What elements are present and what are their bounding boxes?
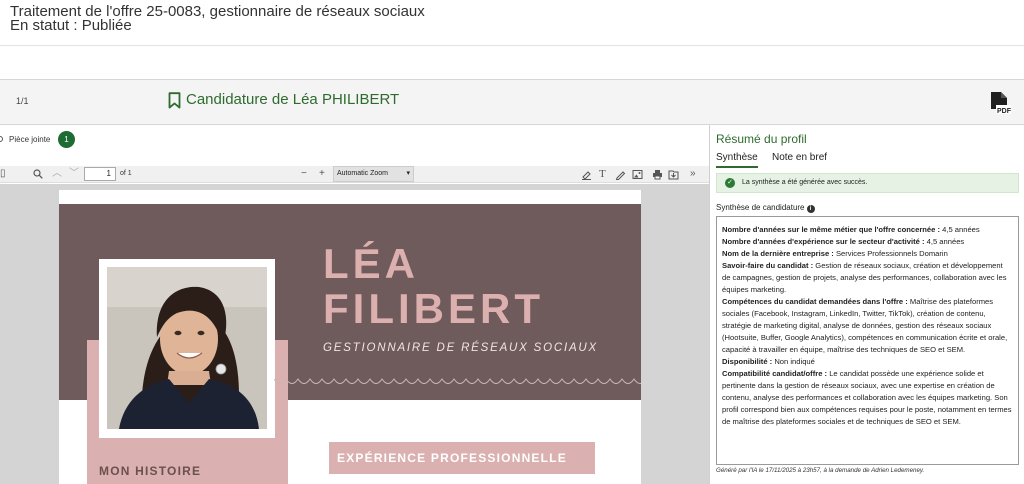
synthesis-textbox[interactable]: Nombre d'années sur le même métier que l… — [716, 216, 1019, 465]
candidate-photo — [107, 267, 267, 429]
zoom-select[interactable]: Automatic Zoom ▾ — [333, 166, 414, 182]
synthesis-entry: Compétences du candidat demandées dans l… — [722, 296, 1012, 356]
profile-summary-panel: Résumé du profil Synthèse Note en bref ✓… — [710, 125, 1024, 484]
previous-page-icon[interactable]: ︿ — [52, 168, 62, 180]
synthesis-entry: Nombre d'années d'expérience sur le sect… — [722, 236, 1012, 248]
success-message: La synthèse a été générée avec succès. — [742, 179, 868, 186]
cv-first-name: LÉA — [323, 240, 419, 287]
synthesis-entry: Savoir-faire du candidat : Gestion de ré… — [722, 260, 1012, 296]
next-page-icon[interactable]: ﹀ — [69, 168, 79, 180]
synthesis-entry: Disponibilité : Non indiqué — [722, 356, 1012, 368]
attachment-count-badge: 1 — [58, 131, 75, 148]
attachment-radio[interactable] — [0, 136, 3, 142]
tab-synthese[interactable]: Synthèse — [716, 152, 758, 168]
attachment-label: Pièce jointe — [9, 135, 51, 144]
svg-text:PDF: PDF — [997, 108, 1011, 115]
synthesis-entry-value: 4,5 années — [942, 225, 980, 234]
synthesis-label: Synthèse de candidature i — [716, 203, 815, 213]
synthesis-entry-label: Compatibilité candidat/offre : — [722, 369, 828, 378]
pdf-viewer[interactable]: LÉA FILIBERT GESTIONNAIRE DE RÉSEAUX SOC… — [0, 184, 709, 484]
candidature-bar: 1/1 Candidature de Léa PHILIBERT PDF — [0, 79, 1024, 125]
synthesis-label-text: Synthèse de candidature — [716, 203, 805, 212]
page-header: Traitement de l'offre 25-0083, gestionna… — [0, 0, 1024, 46]
synthesis-entry-value: Non indiqué — [774, 357, 815, 366]
more-tools-icon[interactable]: » — [690, 168, 696, 180]
cv-role: GESTIONNAIRE DE RÉSEAUX SOCIAUX — [323, 342, 598, 354]
image-tool-icon[interactable] — [632, 169, 643, 180]
cv-section-experience: EXPÉRIENCE PROFESSIONNELLE — [329, 442, 595, 474]
cv-section-story: MON HISTOIRE — [99, 464, 202, 478]
candidature-counter: 1/1 — [16, 96, 29, 106]
search-icon[interactable] — [33, 169, 43, 179]
cv-section-experience-title: EXPÉRIENCE PROFESSIONNELLE — [337, 451, 567, 465]
synthesis-entry: Nom de la dernière entreprise : Services… — [722, 248, 1012, 260]
cv-last-name: FILIBERT — [323, 285, 544, 332]
attachment-row[interactable]: Pièce jointe 1 — [0, 130, 709, 150]
tab-note-en-bref[interactable]: Note en bref — [772, 152, 827, 163]
cv-page: LÉA FILIBERT GESTIONNAIRE DE RÉSEAUX SOC… — [59, 190, 641, 484]
synthesis-entry: Nombre d'années sur le même métier que l… — [722, 224, 1012, 236]
cv-wave-border — [274, 378, 641, 384]
text-tool-icon[interactable]: T — [599, 168, 606, 180]
synthesis-entry-label: Nombre d'années sur le même métier que l… — [722, 225, 940, 234]
synthesis-entry-label: Nom de la dernière entreprise : — [722, 249, 834, 258]
synthesis-entry-value: 4,5 années — [926, 237, 965, 246]
synthesis-entry-label: Disponibilité : — [722, 357, 773, 366]
info-icon[interactable]: i — [806, 205, 815, 213]
draw-icon[interactable] — [615, 169, 626, 180]
candidature-title: Candidature de Léa PHILIBERT — [186, 91, 400, 108]
cv-photo-frame — [99, 259, 275, 438]
zoom-out-icon[interactable]: − — [301, 168, 307, 180]
zoom-in-icon[interactable]: + — [319, 168, 325, 180]
synthesis-entry-label: Savoir-faire du candidat : — [722, 261, 814, 270]
generation-footer: Généré par l'IA le 17/11/2025 à 23h57, à… — [716, 467, 925, 474]
synthesis-entry-label: Compétences du candidat demandées dans l… — [722, 297, 908, 306]
synthesis-entry-label: Nombre d'années d'expérience sur le sect… — [722, 237, 925, 246]
highlight-icon[interactable] — [581, 169, 592, 180]
print-icon[interactable] — [652, 169, 663, 180]
zoom-value: Automatic Zoom — [337, 170, 388, 177]
success-alert: ✓ La synthèse a été générée avec succès. — [716, 173, 1019, 193]
page-number-input[interactable]: 1 — [84, 167, 116, 181]
profile-summary-title: Résumé du profil — [716, 132, 807, 146]
offer-status: En statut : Publiée — [10, 17, 132, 34]
bookmark-icon[interactable] — [168, 92, 181, 109]
sidebar-toggle-icon[interactable]: ▯ — [0, 168, 6, 180]
check-icon: ✓ — [725, 178, 735, 188]
chevron-down-icon: ▾ — [406, 170, 410, 177]
synthesis-entry: Compatibilité candidat/offre : Le candid… — [722, 368, 1012, 428]
page-count: of 1 — [120, 170, 132, 177]
pdf-toolbar: ▯ ︿ ﹀ 1 of 1 − + Automatic Zoom ▾ T » — [0, 166, 709, 183]
synthesis-entry-value: Services Professionnels Domarin — [835, 249, 948, 258]
save-icon[interactable] — [668, 169, 679, 180]
pdf-icon[interactable]: PDF — [989, 91, 1011, 115]
